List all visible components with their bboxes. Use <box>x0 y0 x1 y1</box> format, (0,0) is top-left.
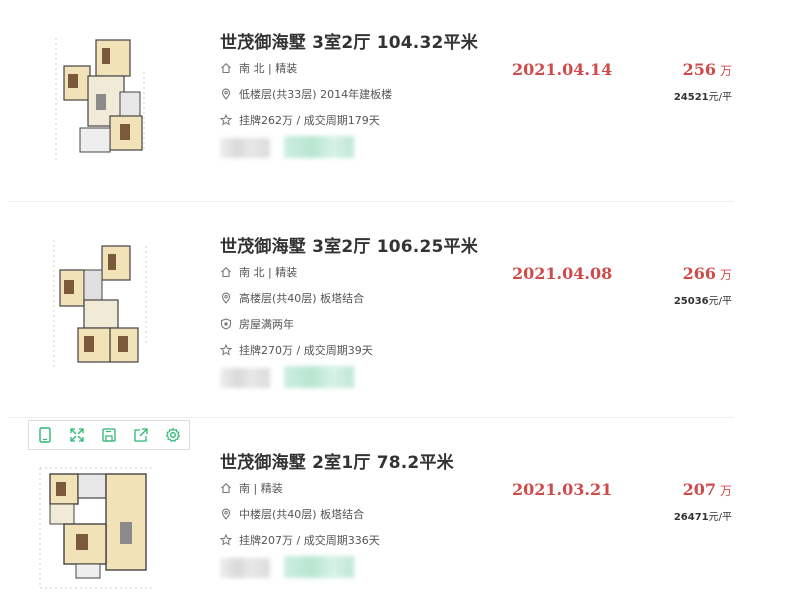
tag-text: 房屋满两年 <box>239 318 294 331</box>
star-icon <box>220 534 232 546</box>
floor-text: 高楼层(共40层) 板塔结合 <box>239 292 365 305</box>
image-toolbar <box>28 420 190 450</box>
unit-price-suffix: 元/平 <box>708 92 732 103</box>
orientation-text: 南 | 精装 <box>239 482 283 495</box>
floor-row: 低楼层(共33层) 2014年建板楼 <box>220 86 392 102</box>
unit-price: 25036元/平 <box>674 292 732 307</box>
listing-info-row: 挂牌207万 / 成交周期336天 <box>220 532 380 548</box>
save-icon[interactable] <box>100 426 118 444</box>
orientation-row: 南 | 精装 <box>220 480 283 496</box>
listing-item[interactable]: 世茂御海墅 2室1厅 78.2平米 南 | 精装 中楼层(共40层) 板塔结合 … <box>0 418 788 594</box>
price-unit: 万 <box>719 64 732 78</box>
deal-date: 2021.03.21 <box>512 480 613 499</box>
listing-title[interactable]: 世茂御海墅 2室1厅 78.2平米 <box>220 448 454 473</box>
location-icon <box>220 88 232 100</box>
price-unit: 万 <box>719 268 732 282</box>
share-icon[interactable] <box>132 426 150 444</box>
price-value: 266 <box>682 264 716 283</box>
unit-price: 24521元/平 <box>674 88 732 103</box>
star-icon <box>220 114 232 126</box>
unit-price-value: 24521 <box>673 92 709 103</box>
unit-price: 26471元/平 <box>674 508 732 523</box>
floorplan-image[interactable] <box>44 32 154 162</box>
price-unit: 万 <box>719 484 732 498</box>
listing-item[interactable]: 世茂御海墅 3室2厅 106.25平米 南 北 | 精装 高楼层(共40层) 板… <box>0 202 788 416</box>
listing-info-row: 挂牌270万 / 成交周期39天 <box>220 342 373 358</box>
unit-price-value: 26471 <box>673 512 709 523</box>
floor-text: 低楼层(共33层) 2014年建板楼 <box>239 88 393 101</box>
orientation-text: 南 北 | 精装 <box>239 266 298 279</box>
floor-row: 中楼层(共40层) 板塔结合 <box>220 506 364 522</box>
home-icon <box>220 482 232 494</box>
star-icon <box>220 344 232 356</box>
gear-icon[interactable] <box>164 426 182 444</box>
expand-icon[interactable] <box>68 426 86 444</box>
unit-price-suffix: 元/平 <box>708 296 732 307</box>
orientation-row: 南 北 | 精装 <box>220 60 297 76</box>
listing-info-text: 挂牌270万 / 成交周期39天 <box>239 344 373 357</box>
tablet-icon[interactable] <box>36 426 54 444</box>
home-icon <box>220 266 232 278</box>
price-value: 207 <box>682 480 716 499</box>
listing-info-text: 挂牌207万 / 成交周期336天 <box>239 534 380 547</box>
deal-date: 2021.04.14 <box>512 60 613 79</box>
blurred-tag <box>220 368 270 388</box>
blurred-tag <box>220 138 270 158</box>
total-price: 207 万 <box>683 480 732 499</box>
orientation-text: 南 北 | 精装 <box>239 62 298 75</box>
unit-price-suffix: 元/平 <box>708 512 732 523</box>
floor-row: 高楼层(共40层) 板塔结合 <box>220 290 364 306</box>
listing-title[interactable]: 世茂御海墅 3室2厅 104.32平米 <box>220 28 478 53</box>
listing-item[interactable]: 世茂御海墅 3室2厅 104.32平米 南 北 | 精装 低楼层(共33层) 2… <box>0 0 788 200</box>
floorplan-image[interactable] <box>44 236 154 368</box>
shield-icon <box>220 318 232 330</box>
location-icon <box>220 292 232 304</box>
unit-price-value: 25036 <box>673 296 709 307</box>
price-value: 256 <box>682 60 716 79</box>
total-price: 266 万 <box>683 264 732 283</box>
orientation-row: 南 北 | 精装 <box>220 264 297 280</box>
blurred-tag <box>284 556 354 578</box>
total-price: 256 万 <box>683 60 732 79</box>
home-icon <box>220 62 232 74</box>
location-icon <box>220 508 232 520</box>
blurred-tag <box>284 136 354 158</box>
tag-row: 房屋满两年 <box>220 316 294 332</box>
floor-text: 中楼层(共40层) 板塔结合 <box>239 508 365 521</box>
blurred-tag <box>220 558 270 578</box>
listing-info-text: 挂牌262万 / 成交周期179天 <box>239 114 380 127</box>
listing-title[interactable]: 世茂御海墅 3室2厅 106.25平米 <box>220 232 478 257</box>
deal-date: 2021.04.08 <box>512 264 613 283</box>
listing-info-row: 挂牌262万 / 成交周期179天 <box>220 112 380 128</box>
floorplan-image[interactable] <box>36 462 156 592</box>
blurred-tag <box>284 366 354 388</box>
